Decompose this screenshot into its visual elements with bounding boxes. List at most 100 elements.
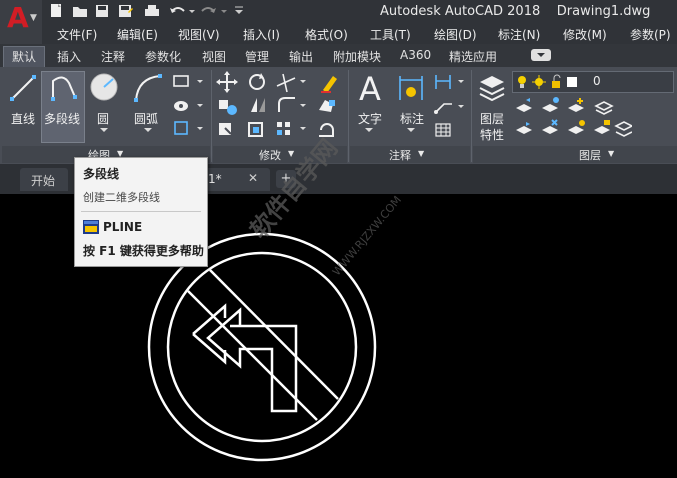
layer-thaw-icon: [532, 75, 546, 89]
undo-dropdown-icon[interactable]: [189, 10, 195, 13]
print-icon[interactable]: [145, 5, 159, 16]
leader-icon[interactable]: [434, 103, 464, 114]
copy-icon[interactable]: [219, 100, 237, 115]
layer-tool-2[interactable]: [542, 97, 559, 112]
trim-icon[interactable]: [276, 73, 306, 93]
scale-icon[interactable]: [248, 122, 263, 137]
erase-icon[interactable]: [321, 76, 337, 93]
menu-view[interactable]: 视图(V): [178, 26, 220, 43]
tab-start[interactable]: 开始: [20, 168, 68, 191]
rectangle-icon[interactable]: [173, 75, 203, 87]
polyline-icon[interactable]: [47, 73, 79, 103]
redo-icon[interactable]: [201, 7, 216, 13]
tooltip-title: 多段线: [83, 167, 120, 181]
layers-panel-expand-icon[interactable]: ▼: [608, 149, 614, 158]
arc-icon[interactable]: [132, 72, 164, 104]
customize-toolbar-icon[interactable]: [235, 6, 243, 14]
left-turn-arrow: [206, 307, 298, 413]
file-name: Drawing1.dwg: [556, 4, 651, 19]
line-button-label[interactable]: 直线: [11, 110, 35, 127]
region-icon[interactable]: [174, 121, 203, 135]
close-icon[interactable]: ✕: [248, 171, 258, 185]
layer-tool-6[interactable]: [542, 119, 558, 134]
app-name: Autodesk AutoCAD 2018: [380, 4, 541, 19]
menu-dimension[interactable]: 标注(N): [498, 26, 540, 43]
sign-diagonal-line-2: [209, 269, 339, 400]
layer-tool-9[interactable]: [614, 121, 632, 137]
tab-addins[interactable]: 附加模块: [333, 48, 381, 65]
circle-button-label[interactable]: 圆: [97, 110, 109, 127]
tab-parametric[interactable]: 参数化: [145, 48, 181, 65]
arc-button-label[interactable]: 圆弧: [134, 110, 158, 127]
array-icon[interactable]: [277, 122, 306, 135]
menu-parametric[interactable]: 参数(P): [630, 26, 671, 43]
arc-dropdown-icon[interactable]: [143, 127, 153, 135]
tooltip-divider: [81, 211, 201, 212]
hatch-icon[interactable]: [174, 101, 203, 111]
menu-edit[interactable]: 编辑(E): [117, 26, 158, 43]
layer-tool-5[interactable]: [516, 122, 532, 134]
autocad-logo-icon: A: [7, 1, 29, 34]
menu-insert[interactable]: 插入(I): [243, 26, 280, 43]
table-icon[interactable]: [435, 123, 451, 137]
tab-view[interactable]: 视图: [202, 48, 226, 65]
polyline-button-label[interactable]: 多段线: [44, 110, 80, 127]
polyline-tooltip: 多段线 创建二维多段线 PLINE 按 F1 键获得更多帮助: [74, 157, 208, 267]
mirror-icon[interactable]: [251, 98, 265, 112]
dimension-dropdown-icon[interactable]: [406, 127, 416, 135]
linear-dimension-icon[interactable]: [435, 75, 464, 89]
panel-separator: [348, 70, 349, 162]
layer-properties-label-1[interactable]: 图层: [480, 110, 504, 127]
dimension-button-label[interactable]: 标注: [400, 110, 424, 127]
menu-tools[interactable]: 工具(T): [370, 26, 411, 43]
line-icon[interactable]: [8, 73, 38, 103]
move-icon[interactable]: [216, 71, 238, 93]
circle-dropdown-icon[interactable]: [99, 127, 109, 135]
layer-dropdown[interactable]: 0: [512, 71, 674, 93]
tab-output[interactable]: 输出: [289, 48, 313, 65]
menu-draw[interactable]: 绘图(D): [434, 26, 477, 43]
text-dropdown-icon[interactable]: [364, 127, 374, 135]
sign-diagonal-line-1: [187, 290, 318, 421]
layer-tool-1[interactable]: [516, 98, 532, 112]
tab-a360[interactable]: A360: [400, 48, 431, 62]
layer-tools: [516, 97, 632, 137]
layers-panel-title: 图层: [579, 149, 601, 162]
tab-manage[interactable]: 管理: [245, 48, 269, 65]
menu-file[interactable]: 文件(F): [57, 26, 97, 43]
save-as-icon[interactable]: [119, 5, 133, 17]
annotation-small-tools: [434, 75, 464, 137]
tab-default[interactable]: 默认: [12, 48, 36, 65]
tab-insert[interactable]: 插入: [57, 48, 81, 65]
layer-tool-4[interactable]: [594, 101, 614, 115]
open-file-icon[interactable]: [73, 7, 87, 17]
rotate-icon[interactable]: [249, 73, 265, 90]
circle-icon[interactable]: [89, 72, 119, 104]
stretch-icon[interactable]: [219, 123, 232, 135]
tab-annotate[interactable]: 注释: [101, 48, 125, 65]
layer-properties-label-2[interactable]: 特性: [480, 126, 504, 143]
current-layer-name: 0: [593, 74, 601, 88]
redo-dropdown-icon[interactable]: [221, 10, 227, 13]
layer-properties-icon[interactable]: [477, 72, 507, 104]
layer-tool-3[interactable]: [568, 98, 584, 112]
text-button-label[interactable]: 文字: [358, 110, 382, 127]
tooltip-help: 按 F1 键获得更多帮助: [83, 244, 204, 258]
tab-featured-apps[interactable]: 精选应用: [449, 48, 497, 65]
fillet-icon[interactable]: [278, 97, 306, 112]
new-file-icon[interactable]: [51, 4, 61, 17]
text-icon[interactable]: A: [355, 70, 387, 106]
explode-icon[interactable]: [319, 100, 335, 112]
application-menu-button[interactable]: A ▼: [0, 0, 42, 44]
ribbon-minimize-icon[interactable]: [530, 48, 552, 62]
undo-icon[interactable]: [170, 7, 185, 13]
menu-modify[interactable]: 修改(M): [563, 26, 607, 43]
layer-tool-8[interactable]: [594, 120, 610, 134]
layers-panel-footer[interactable]: [473, 146, 677, 163]
menu-format[interactable]: 格式(O): [305, 26, 348, 43]
layer-tool-7[interactable]: [568, 120, 585, 134]
annotation-panel-expand-icon[interactable]: ▼: [418, 149, 424, 158]
sign-inner-circle: [166, 251, 358, 443]
dimension-icon[interactable]: [396, 72, 426, 104]
save-icon[interactable]: [96, 5, 108, 17]
